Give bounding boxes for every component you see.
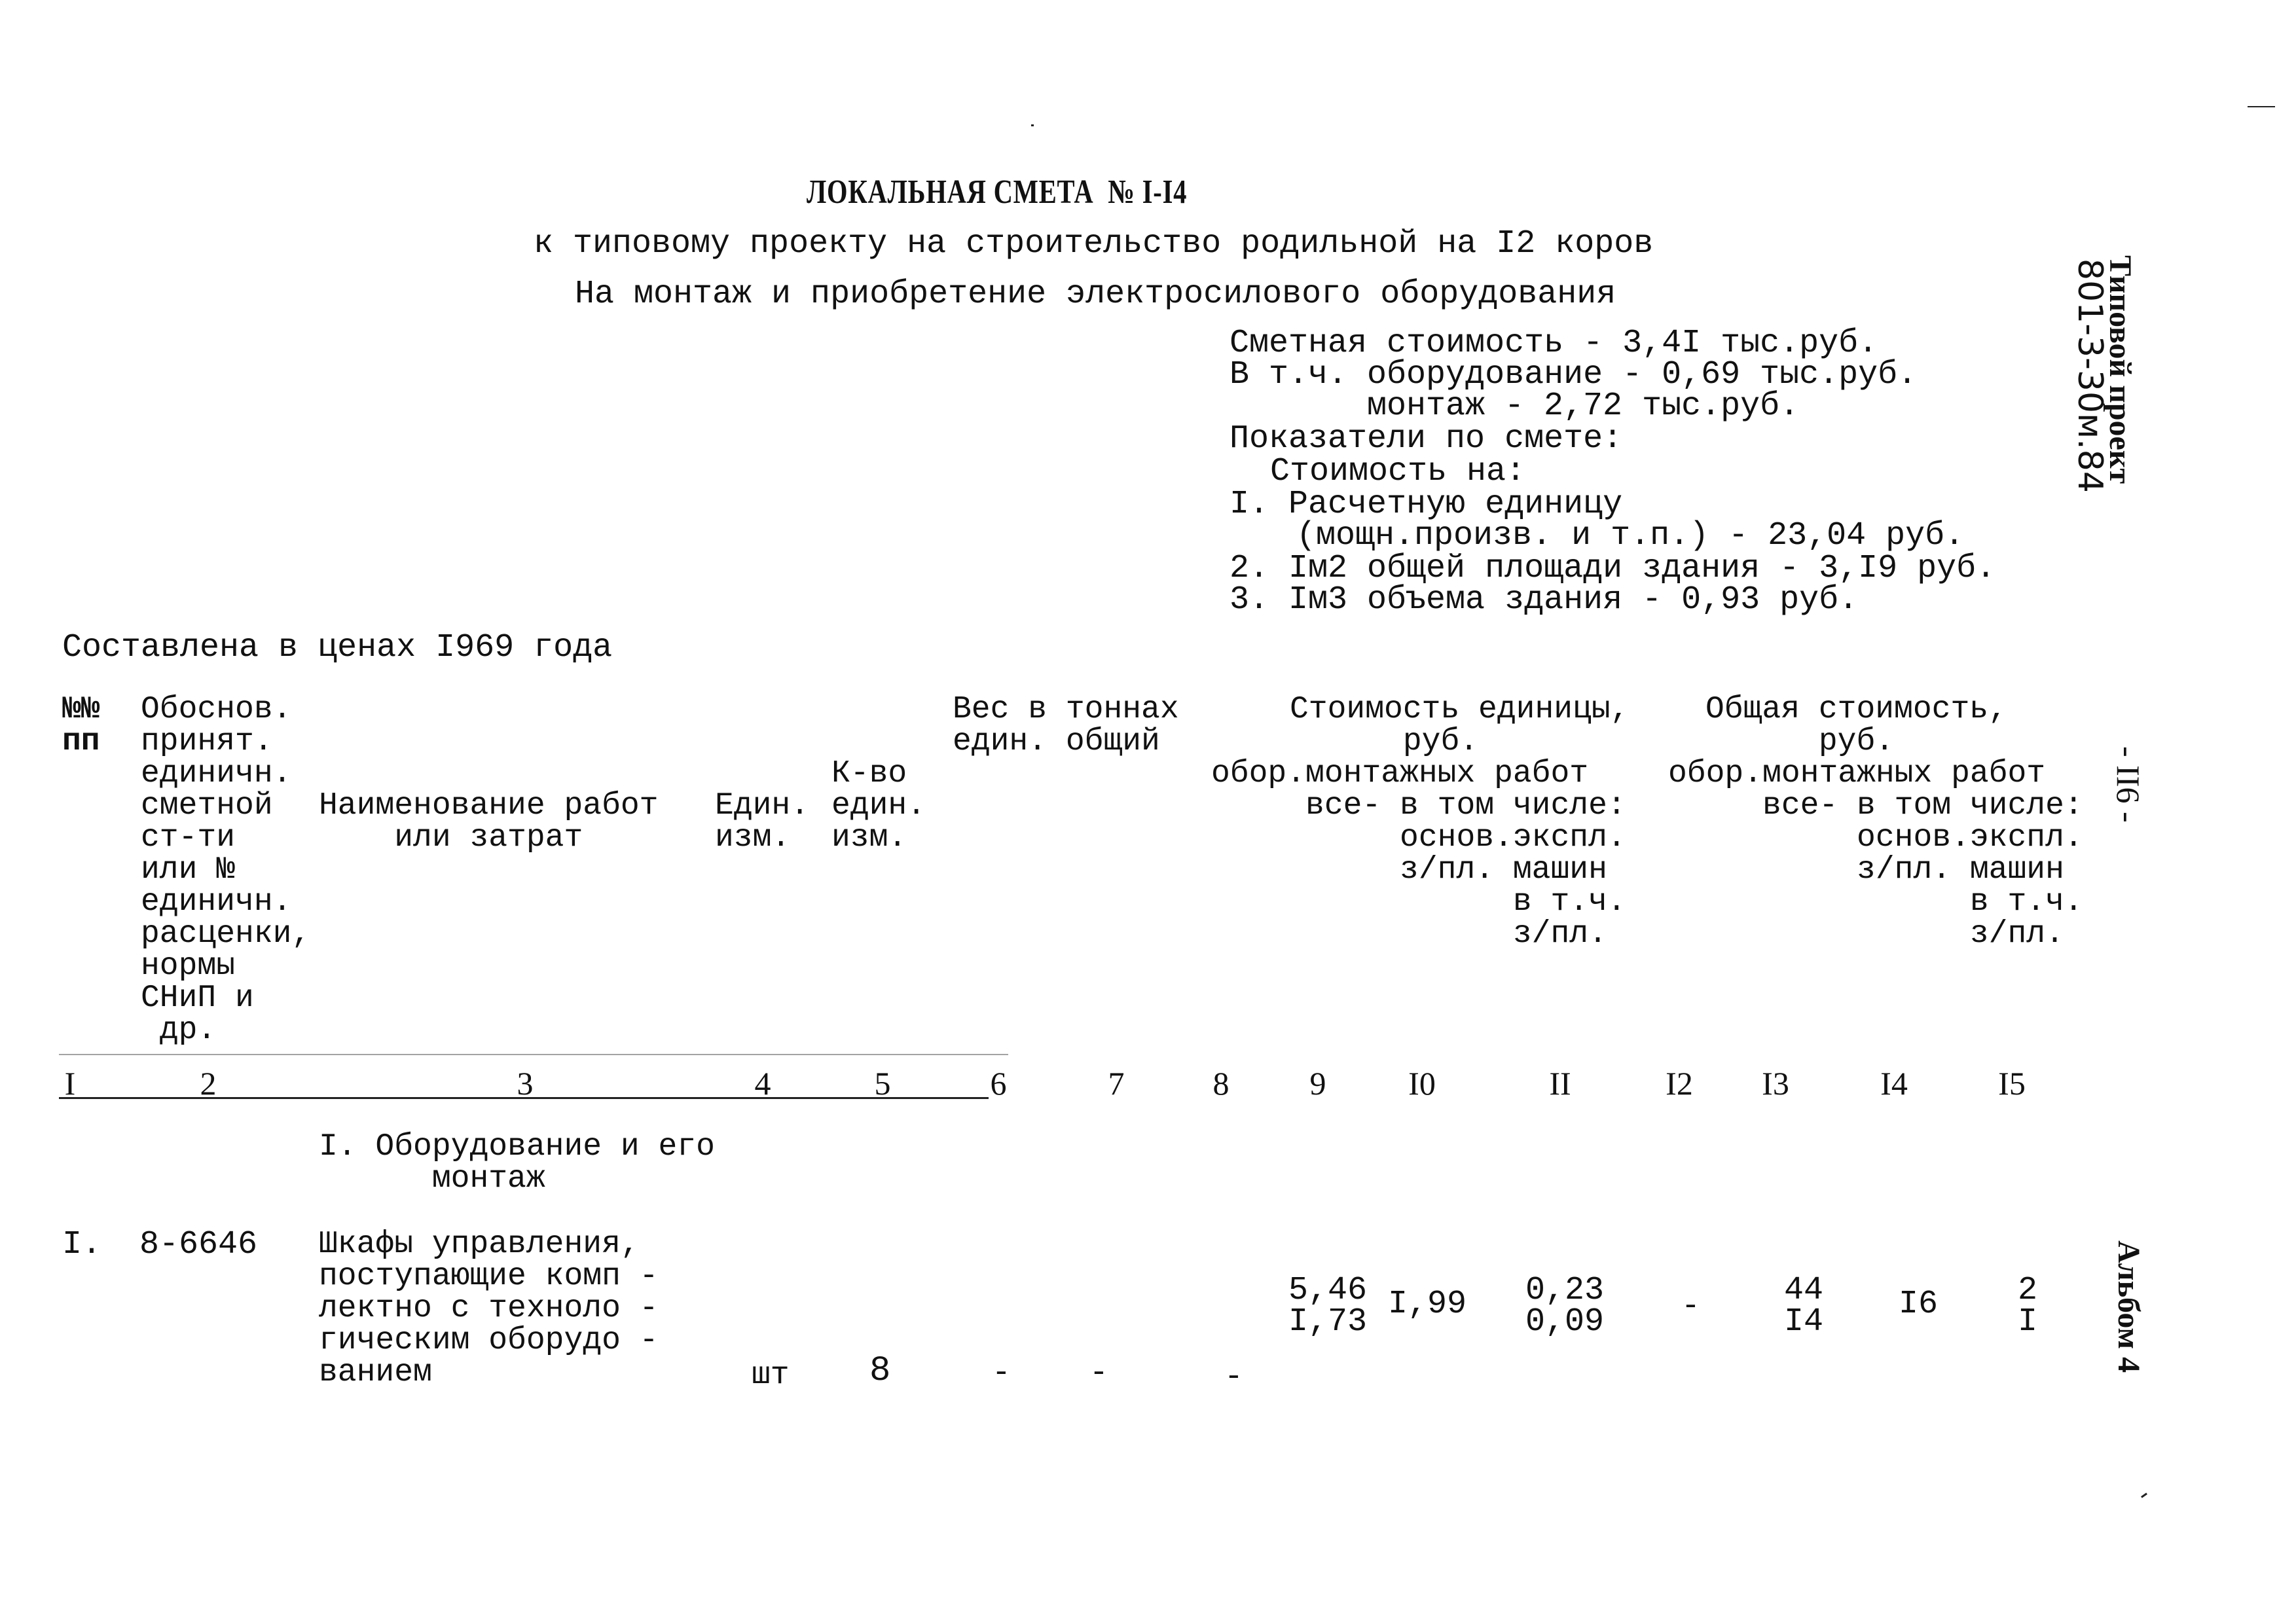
header-quantity: К-во един. изм. <box>831 756 926 856</box>
column-number: 5 <box>874 1065 891 1102</box>
stray-mark <box>1031 124 1034 126</box>
section-title: I. Оборудование и его монтаж <box>319 1129 715 1197</box>
row-unit-equipment: - <box>1224 1360 1243 1395</box>
column-number: 4 <box>754 1065 771 1102</box>
prices-note: Составлена в ценах I969 года <box>62 629 613 666</box>
header-total-cost: Общая стоимость, руб. <box>1705 692 2007 759</box>
column-number: I5 <box>1998 1065 2026 1102</box>
document-title: ЛОКАЛЬНАЯ СМЕТА № I-I4 <box>807 173 1188 211</box>
row-weight-total: - <box>1089 1356 1108 1391</box>
column-number: II <box>1549 1065 1571 1102</box>
corner-mark <box>2248 106 2275 107</box>
column-number: 7 <box>1108 1065 1125 1102</box>
side-stamp-project-number: 801-3-30м.84 <box>2070 259 2109 493</box>
header-unit-cost-breakdown: обор.монтажных работ все- в том числе: о… <box>1211 756 1626 952</box>
summary-cost-per-heading: Стоимость на: <box>1270 453 1526 490</box>
row-number: I. <box>62 1226 102 1263</box>
stray-mark <box>2141 1492 2147 1498</box>
document-subtitle: к типовому проекту на строительство роди… <box>534 225 1654 262</box>
column-number: 8 <box>1212 1065 1230 1102</box>
header-unit-cost: Стоимость единицы, руб. <box>1290 692 1630 759</box>
header-weight: Вес в тоннах един. общий <box>953 692 1179 759</box>
row-total-machines: 2 I <box>2018 1272 2038 1341</box>
header-unit: Един. изм. <box>715 788 810 856</box>
column-numbers-underline <box>59 1097 989 1099</box>
column-number: I0 <box>1408 1065 1436 1102</box>
album-label: Альбом 4 <box>2111 1240 2146 1373</box>
column-number: 9 <box>1309 1065 1326 1102</box>
summary-total-cost: Сметная стоимость - 3,4I тыс.руб. <box>1230 325 1878 362</box>
page-number: - II6 - <box>2110 746 2147 823</box>
header-total-cost-breakdown: обор.монтажных работ все- в том числе: о… <box>1668 756 2083 952</box>
summary-mounting-cost: монтаж - 2,72 тыс.руб. <box>1367 388 1800 425</box>
column-number: I4 <box>1880 1065 1908 1102</box>
row-code: 8-6646 <box>139 1226 258 1263</box>
row-unit-basic-wage: I,99 <box>1388 1286 1467 1323</box>
summary-per-unit-value: (мощн.произв. и т.п.) - 23,04 руб. <box>1296 517 1965 554</box>
column-number: 2 <box>200 1065 217 1102</box>
summary-indicators-heading: Показатели по смете: <box>1230 420 1623 458</box>
row-quantity: 8 <box>869 1351 891 1391</box>
row-unit-machines: 0,23 0,09 <box>1525 1272 1605 1341</box>
column-number: 3 <box>517 1065 534 1102</box>
summary-equipment-cost: В т.ч. оборудование - 0,69 тыс.руб. <box>1230 356 1918 393</box>
column-number: I <box>64 1065 76 1102</box>
column-number: 6 <box>990 1065 1007 1102</box>
row-unit-mount-total: 5,46 I,73 <box>1288 1272 1368 1341</box>
row-weight-unit: - <box>992 1356 1011 1391</box>
row-total-equipment: - <box>1681 1289 1700 1324</box>
column-number: I2 <box>1666 1065 1693 1102</box>
row-total-basic-wage: I6 <box>1899 1286 1939 1323</box>
summary-per-unit-label: I. Расчетную единицу <box>1230 486 1623 523</box>
row-work-name: Шкафы управления, поступающие комп - лек… <box>319 1227 659 1390</box>
summary-per-m2: 2. Iм2 общей площади здания - 3,I9 руб. <box>1230 550 1996 587</box>
row-unit: шт <box>752 1358 790 1393</box>
header-separator-line <box>59 1054 1008 1055</box>
header-row-number: №№ пп <box>62 692 100 759</box>
header-work-name: Наименование работ или затрат <box>319 788 659 856</box>
column-number: I3 <box>1762 1065 1789 1102</box>
summary-per-m3: 3. Iм3 объема здания - 0,93 руб. <box>1230 581 1859 619</box>
row-total-mount: 44 I4 <box>1784 1272 1824 1341</box>
document-purpose: На монтаж и приобретение электросилового… <box>575 276 1616 313</box>
header-justification: Обоснов. принят. единичн. сметной ст-ти … <box>141 692 311 1048</box>
